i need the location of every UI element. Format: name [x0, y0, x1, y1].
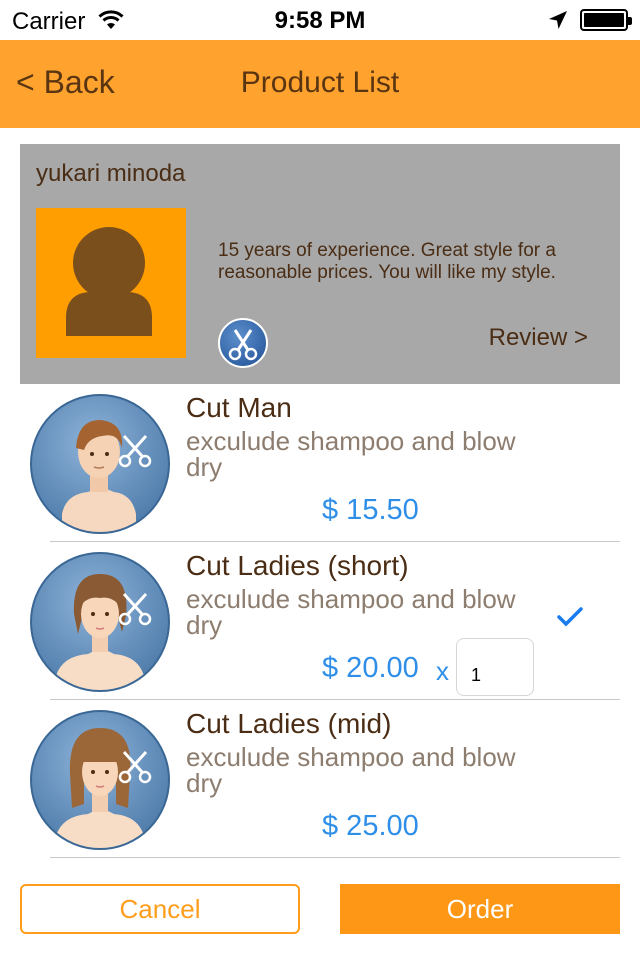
product-price: $ 15.50	[322, 494, 419, 526]
product-row-cut-ladies-short[interactable]: Cut Ladies (short) exculude shampoo and …	[20, 542, 620, 700]
product-row-cut-ladies-mid[interactable]: Cut Ladies (mid) exculude shampoo and bl…	[20, 700, 620, 858]
quantity-field[interactable]	[456, 638, 534, 696]
product-price: $ 25.00	[322, 810, 419, 842]
stylist-name: yukari minoda	[36, 160, 186, 187]
clock: 9:58 PM	[274, 7, 366, 34]
order-button[interactable]: Order	[340, 884, 620, 934]
person-silhouette-icon	[36, 208, 186, 358]
product-thumbnail	[30, 394, 170, 534]
checkmark-icon	[556, 606, 584, 633]
quantity-multiplier: x	[436, 656, 449, 686]
row-divider	[50, 857, 620, 858]
product-subtitle: exculude shampoo and blow dry	[186, 426, 516, 482]
status-bar: Carrier 9:58 PM	[0, 0, 640, 40]
product-title: Cut Man	[186, 392, 292, 423]
scissors-icon	[218, 318, 268, 368]
review-link[interactable]: Review >	[489, 324, 588, 352]
product-title: Cut Ladies (short)	[186, 550, 409, 581]
battery-icon	[580, 9, 632, 31]
product-title: Cut Ladies (mid)	[186, 708, 392, 739]
product-list: Cut Man exculude shampoo and blow dry $ …	[20, 384, 620, 868]
cancel-button[interactable]: Cancel	[20, 884, 300, 934]
stylist-description: 15 years of experience. Great style for …	[218, 240, 556, 283]
page-title: Product List	[240, 66, 400, 99]
product-price: $ 20.00	[322, 652, 419, 684]
stylist-profile-card: yukari minoda 15 years of experience. Gr…	[20, 144, 620, 384]
product-thumbnail	[30, 552, 170, 692]
product-thumbnail	[30, 710, 170, 850]
product-row-cut-man[interactable]: Cut Man exculude shampoo and blow dry $ …	[20, 384, 620, 542]
product-subtitle: exculude shampoo and blow dry	[186, 584, 516, 640]
location-arrow-icon	[548, 10, 568, 35]
product-subtitle: exculude shampoo and blow dry	[186, 742, 516, 798]
navigation-bar: < Back Product List	[0, 40, 640, 128]
